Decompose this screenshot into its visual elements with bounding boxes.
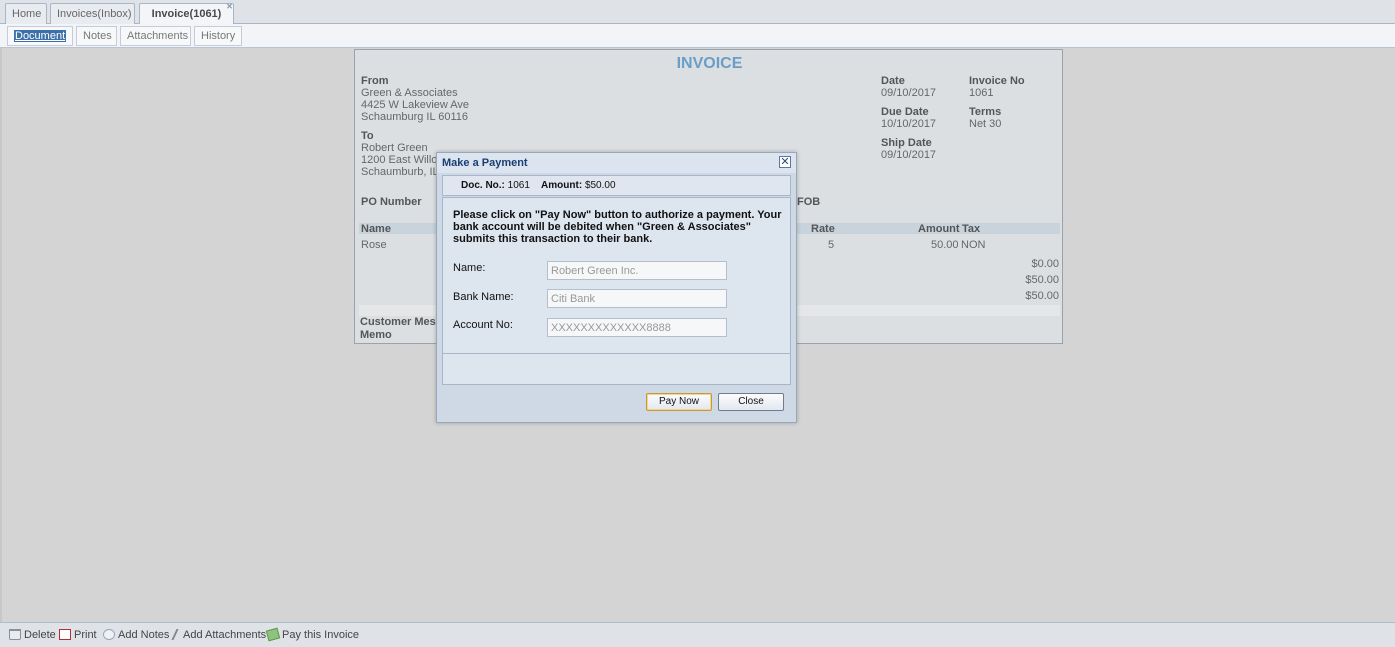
tab-home[interactable]: Home [5, 3, 47, 24]
from-line: 4425 W Lakeview Ave [361, 99, 470, 111]
tab-close-icon[interactable]: ✕ [225, 3, 234, 12]
line-item-tax: NON [961, 239, 986, 251]
subtab-document[interactable]: Document [7, 26, 73, 46]
name-field[interactable] [547, 261, 727, 280]
bottom-toolbar: Delete Print Add Notes Add Attachments P… [0, 622, 1395, 647]
bank-name-label: Bank Name: [453, 291, 514, 303]
print-button[interactable]: Print [59, 629, 97, 641]
terms-value: Net 30 [969, 118, 1002, 130]
delete-label: Delete [24, 629, 56, 641]
print-label: Print [74, 629, 97, 641]
ship-date-label: Ship Date [881, 137, 932, 149]
subtab-history[interactable]: History [194, 26, 242, 46]
from-label: From [361, 75, 389, 87]
amount-label: Amount: [541, 180, 583, 191]
tab-invoices-inbox[interactable]: Invoices(Inbox) [50, 3, 135, 24]
invoice-no-label: Invoice No [969, 75, 1025, 87]
payment-dialog: Make a Payment ✕ Doc. No.: 1061 Amount: … [436, 152, 797, 423]
to-line: Robert Green [361, 142, 428, 154]
paperclip-icon [171, 629, 183, 640]
payment-form-panel: Please click on "Pay Now" button to auth… [442, 197, 791, 354]
customer-message-label: Customer Mess [360, 316, 442, 328]
line-item-rate: 5 [828, 239, 835, 251]
due-date-value: 10/10/2017 [881, 118, 937, 130]
col-name-header: Name [361, 223, 391, 235]
to-line: 1200 East Willo [361, 154, 438, 166]
notes-icon [103, 629, 115, 640]
total-value: $50.00 [1025, 290, 1059, 302]
doc-no-label: Doc. No.: [461, 180, 505, 191]
col-amount-header: Amount [918, 223, 960, 235]
bank-name-field[interactable] [547, 289, 727, 308]
doc-no-value: 1061 [507, 180, 530, 191]
close-button[interactable]: Close [718, 393, 784, 411]
add-notes-label: Add Notes [118, 629, 170, 641]
invoice-title: INVOICE [676, 55, 743, 72]
add-attachments-label: Add Attachments [183, 629, 267, 641]
doc-summary-strip: Doc. No.: 1061 Amount: $50.00 [442, 175, 791, 196]
main-tab-bar: Home Invoices(Inbox) Invoice(1061) ✕ [0, 0, 1395, 25]
memo-label: Memo [360, 329, 392, 341]
payment-instructions: Please click on "Pay Now" button to auth… [453, 209, 782, 245]
account-no-field[interactable] [547, 318, 727, 337]
col-tax-header: Tax [962, 223, 981, 235]
dialog-title: Make a Payment [437, 153, 796, 173]
delete-button[interactable]: Delete [9, 629, 56, 641]
tab-invoice-label: Invoice(1061) [151, 8, 222, 20]
add-notes-button[interactable]: Add Notes [103, 629, 169, 641]
to-line: Schaumburb, IL [361, 166, 439, 178]
to-label: To [361, 130, 374, 142]
form-panel-footer [442, 354, 791, 385]
line-item-amount: 50.00 [931, 239, 959, 251]
print-icon [59, 629, 71, 640]
document-subtab-bar: Document Notes Attachments History [0, 24, 1395, 48]
po-number-label: PO Number [361, 196, 422, 208]
amount-value: $50.00 [584, 180, 616, 191]
date-value: 09/10/2017 [881, 87, 937, 99]
line-item-name: Rose [361, 239, 387, 251]
pay-invoice-button[interactable]: Pay this Invoice [265, 627, 360, 642]
subtab-attachments[interactable]: Attachments [120, 26, 191, 46]
ship-date-value: 09/10/2017 [881, 149, 937, 161]
subtotal-value: $0.00 [1031, 258, 1059, 270]
fob-label: FOB [797, 196, 821, 208]
col-rate-header: Rate [811, 223, 835, 235]
subtab-notes[interactable]: Notes [76, 26, 117, 46]
subtab-document-label: Document [14, 30, 67, 42]
date-label: Date [881, 75, 905, 87]
close-icon[interactable]: ✕ [779, 156, 791, 168]
trash-icon [9, 629, 21, 640]
left-edge [0, 48, 2, 622]
name-label: Name: [453, 262, 486, 274]
money-icon [265, 627, 281, 642]
due-date-label: Due Date [881, 106, 929, 118]
pay-now-button[interactable]: Pay Now [646, 393, 712, 411]
from-line: Green & Associates [361, 87, 458, 99]
account-no-label: Account No: [453, 319, 513, 331]
tab-invoice-1061[interactable]: Invoice(1061) ✕ [139, 3, 234, 25]
invoice-no-value: 1061 [969, 87, 994, 99]
from-line: Schaumburg IL 60116 [361, 111, 469, 123]
pay-invoice-label: Pay this Invoice [282, 629, 360, 641]
subtotal-value: $50.00 [1025, 274, 1059, 286]
terms-label: Terms [969, 106, 1002, 118]
add-attachments-button[interactable]: Add Attachments [170, 629, 266, 641]
